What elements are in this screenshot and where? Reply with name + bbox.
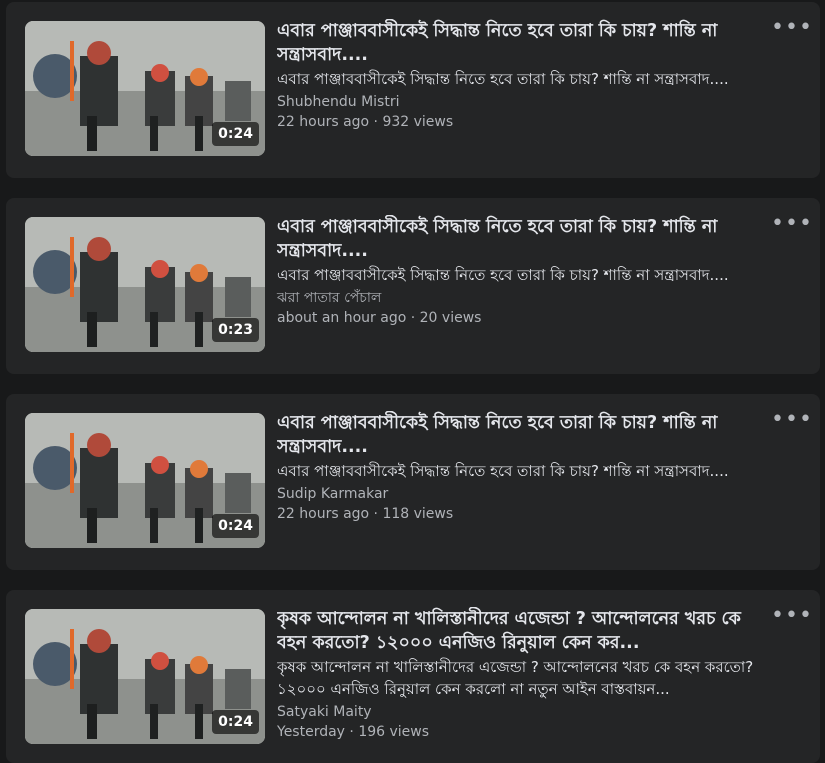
video-card[interactable]: 0:24 এবার পাঞ্জাববাসীকেই সিদ্ধান্ত নিতে …: [6, 2, 820, 178]
video-duration: 0:24: [212, 514, 259, 538]
video-duration: 0:24: [212, 710, 259, 734]
video-title[interactable]: এবার পাঞ্জাববাসীকেই সিদ্ধান্ত নিতে হবে ত…: [277, 19, 757, 67]
video-thumbnail[interactable]: 0:23: [25, 217, 265, 352]
video-title[interactable]: এবার পাঞ্জাববাসীকেই সিদ্ধান্ত নিতে হবে ত…: [277, 411, 757, 459]
video-thumbnail[interactable]: 0:24: [25, 609, 265, 744]
video-thumbnail[interactable]: 0:24: [25, 413, 265, 548]
video-feed: 0:24 এবার পাঞ্জাববাসীকেই সিদ্ধান্ত নিতে …: [0, 0, 825, 763]
video-description: এবার পাঞ্জাববাসীকেই সিদ্ধান্ত নিতে হবে ত…: [277, 462, 729, 480]
video-info: এবার পাঞ্জাববাসীকেই সিদ্ধান্ত নিতে হবে ত…: [277, 19, 757, 132]
video-meta: 22 hours ago · 932 views: [277, 114, 454, 130]
video-duration: 0:23: [212, 318, 259, 342]
video-thumbnail[interactable]: 0:24: [25, 21, 265, 156]
video-info: এবার পাঞ্জাববাসীকেই সিদ্ধান্ত নিতে হবে ত…: [277, 411, 757, 524]
video-author[interactable]: Shubhendu Mistri: [277, 92, 757, 112]
more-horizontal-icon[interactable]: •••: [771, 17, 812, 46]
video-title[interactable]: এবার পাঞ্জাববাসীকেই সিদ্ধান্ত নিতে হবে ত…: [277, 215, 757, 263]
more-horizontal-icon[interactable]: •••: [771, 213, 812, 242]
more-horizontal-icon[interactable]: •••: [771, 409, 812, 438]
video-duration: 0:24: [212, 122, 259, 146]
video-meta: 22 hours ago · 118 views: [277, 506, 454, 522]
video-card[interactable]: 0:24 এবার পাঞ্জাববাসীকেই সিদ্ধান্ত নিতে …: [6, 394, 820, 570]
video-description: এবার পাঞ্জাববাসীকেই সিদ্ধান্ত নিতে হবে ত…: [277, 70, 729, 88]
video-description: কৃষক আন্দোলন না খালিস্তানীদের এজেন্ডা ? …: [277, 658, 754, 698]
video-card[interactable]: 0:23 এবার পাঞ্জাববাসীকেই সিদ্ধান্ত নিতে …: [6, 198, 820, 374]
video-card[interactable]: 0:24 কৃষক আন্দোলন না খালিস্তানীদের এজেন্…: [6, 590, 820, 763]
video-meta: about an hour ago · 20 views: [277, 310, 482, 326]
video-meta: Yesterday · 196 views: [277, 724, 430, 740]
video-description: এবার পাঞ্জাববাসীকেই সিদ্ধান্ত নিতে হবে ত…: [277, 266, 729, 284]
video-info: এবার পাঞ্জাববাসীকেই সিদ্ধান্ত নিতে হবে ত…: [277, 215, 757, 328]
more-horizontal-icon[interactable]: •••: [771, 605, 812, 634]
video-author[interactable]: Satyaki Maity: [277, 702, 757, 722]
video-title[interactable]: কৃষক আন্দোলন না খালিস্তানীদের এজেন্ডা ? …: [277, 607, 757, 655]
video-info: কৃষক আন্দোলন না খালিস্তানীদের এজেন্ডা ? …: [277, 607, 757, 742]
video-author[interactable]: Sudip Karmakar: [277, 484, 757, 504]
video-author[interactable]: ঝরা পাতার পেঁচাল: [277, 288, 757, 308]
